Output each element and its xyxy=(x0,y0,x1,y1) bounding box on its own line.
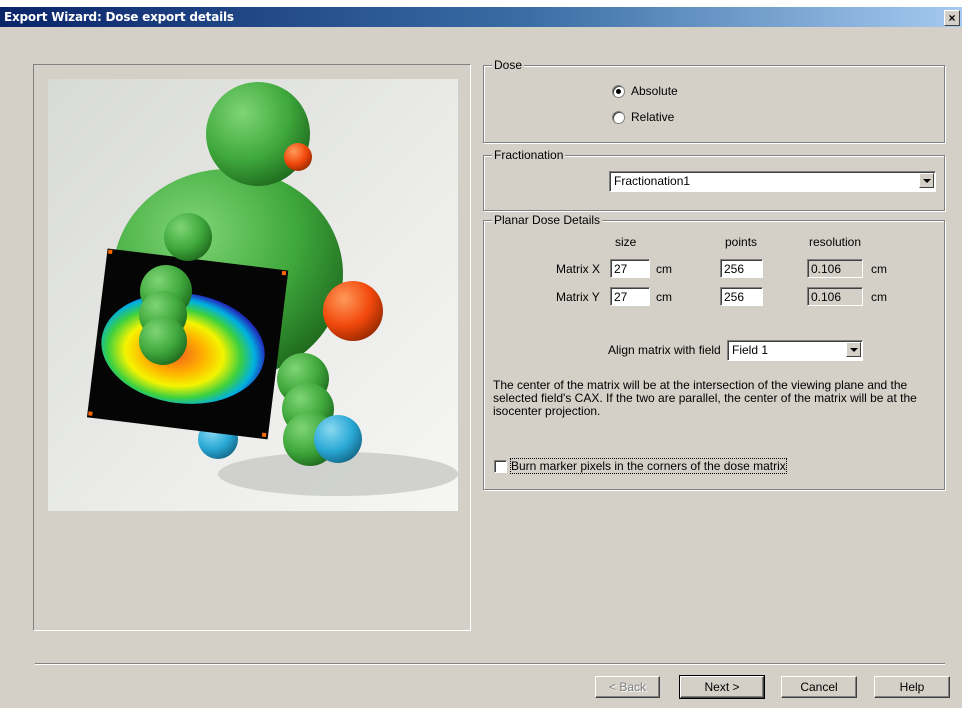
fractionation-select-value: Fractionation1 xyxy=(614,174,691,188)
help-button[interactable]: Help xyxy=(874,676,950,698)
radio-relative-label: Relative xyxy=(631,110,675,124)
footer-separator xyxy=(35,663,945,665)
title-bar[interactable]: Export Wizard: Dose export details × xyxy=(0,7,962,27)
dose-group: Dose Absolute Relative xyxy=(483,58,945,143)
chevron-down-icon[interactable] xyxy=(919,173,934,188)
column-header-resolution: resolution xyxy=(809,235,862,249)
close-icon: × xyxy=(948,11,956,25)
next-button[interactable]: Next > xyxy=(679,675,765,699)
matrix-y-size-unit: cm xyxy=(656,290,672,304)
burn-marker-label[interactable]: Burn marker pixels in the corners of the… xyxy=(510,458,787,474)
matrix-x-resolution-unit: cm xyxy=(871,262,887,276)
matrix-x-points-input[interactable]: 256 xyxy=(720,259,763,278)
matrix-y-resolution-unit: cm xyxy=(871,290,887,304)
dose-group-label: Dose xyxy=(492,58,525,72)
column-header-points: points xyxy=(725,235,758,249)
matrix-y-resolution-field: 0.106 xyxy=(807,287,863,306)
dose-preview-image xyxy=(48,79,458,511)
matrix-y-points-input[interactable]: 256 xyxy=(720,287,763,306)
window-title: Export Wizard: Dose export details xyxy=(4,10,234,24)
align-field-select[interactable]: Field 1 xyxy=(727,340,863,361)
column-header-size: size xyxy=(615,235,637,249)
matrix-x-size-unit: cm xyxy=(656,262,672,276)
align-field-select-value: Field 1 xyxy=(732,343,769,357)
radio-relative-indicator[interactable] xyxy=(612,110,625,124)
radio-relative[interactable]: Relative xyxy=(612,109,674,125)
radio-absolute-indicator[interactable] xyxy=(612,84,625,98)
align-matrix-label: Align matrix with field xyxy=(608,343,721,357)
matrix-x-resolution-field: 0.106 xyxy=(807,259,863,278)
radio-absolute-label: Absolute xyxy=(631,84,678,98)
matrix-x-label: Matrix X xyxy=(556,262,601,276)
close-button[interactable]: × xyxy=(944,10,960,26)
matrix-x-size-input[interactable]: 27 xyxy=(610,259,650,278)
wizard-window: Export Wizard: Dose export details × Dos… xyxy=(0,7,962,708)
matrix-center-description: The center of the matrix will be at the … xyxy=(493,378,917,418)
fractionation-group: Fractionation Fractionation1 xyxy=(483,148,945,211)
planar-dose-group-label: Planar Dose Details xyxy=(492,213,603,227)
cancel-button[interactable]: Cancel xyxy=(781,676,857,698)
fractionation-select[interactable]: Fractionation1 xyxy=(609,171,936,192)
radio-absolute[interactable]: Absolute xyxy=(612,83,678,99)
matrix-y-label: Matrix Y xyxy=(556,290,600,304)
fractionation-group-label: Fractionation xyxy=(492,148,566,162)
preview-panel xyxy=(33,64,471,631)
burn-marker-checkbox[interactable] xyxy=(494,460,507,473)
planar-dose-group: Planar Dose Details size points resoluti… xyxy=(483,213,945,490)
back-button[interactable]: < Back xyxy=(595,676,660,698)
chevron-down-icon[interactable] xyxy=(846,342,861,357)
matrix-y-size-input[interactable]: 27 xyxy=(610,287,650,306)
